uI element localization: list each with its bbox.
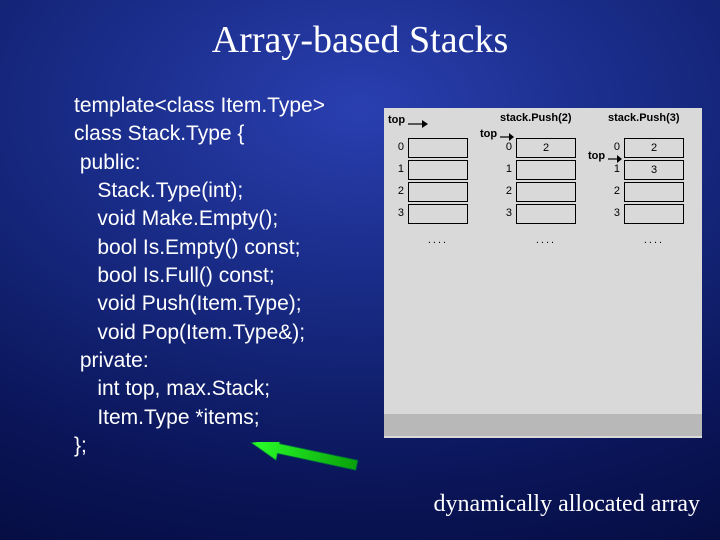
stack-cell: 3 [624, 160, 684, 180]
stack-cell [516, 182, 576, 202]
code-line: template<class Item.Type> [74, 94, 325, 117]
diagram-caption: dynamically allocated array [433, 491, 700, 518]
stack-cell: 2 [624, 138, 684, 158]
cell-index: 1 [392, 163, 404, 175]
code-line: Item.Type *items; [74, 406, 260, 429]
top-arrow-icon [500, 132, 514, 144]
cell-index: 3 [608, 207, 620, 219]
ellipsis: .... [624, 234, 684, 246]
stack-diagram: top 0 1 2 3 .... stack.Push(2) top 02 1 … [384, 108, 702, 438]
diagram-bottom-strip [384, 414, 702, 436]
top-label: top [588, 150, 605, 162]
code-line: int top, max.Stack; [74, 377, 270, 400]
code-line: class Stack.Type { [74, 122, 244, 145]
green-arrow-icon [250, 442, 360, 482]
stack-cell: 2 [516, 138, 576, 158]
code-line: bool Is.Empty() const; [74, 236, 300, 259]
code-line: public: [74, 151, 141, 174]
code-line: void Push(Item.Type); [74, 292, 302, 315]
ellipsis: .... [516, 234, 576, 246]
cell-index: 2 [608, 185, 620, 197]
cell-index: 0 [608, 141, 620, 153]
slide: Array-based Stacks template<class Item.T… [0, 0, 720, 540]
state-label: stack.Push(2) [500, 112, 572, 124]
top-label: top [480, 128, 497, 140]
ellipsis: .... [408, 234, 468, 246]
top-arrow-icon [608, 154, 622, 166]
cell-index: 3 [392, 207, 404, 219]
code-line: }; [74, 434, 87, 457]
stack-cell [408, 182, 468, 202]
stack-state-push2: stack.Push(2) top 02 1 2 3 .... [500, 136, 598, 246]
code-line: bool Is.Full() const; [74, 264, 275, 287]
stack-cell [516, 204, 576, 224]
cell-index: 0 [392, 141, 404, 153]
code-line: private: [74, 349, 149, 372]
stack-cell [408, 138, 468, 158]
code-line: void Make.Empty(); [74, 207, 278, 230]
cell-index: 2 [392, 185, 404, 197]
top-arrow-icon [408, 118, 428, 134]
cell-index: 3 [500, 207, 512, 219]
stack-state-empty: top 0 1 2 3 .... [392, 136, 490, 246]
code-line: Stack.Type(int); [74, 179, 243, 202]
stack-cell [624, 182, 684, 202]
state-label: stack.Push(3) [608, 112, 680, 124]
stack-cell [408, 204, 468, 224]
cell-index: 1 [500, 163, 512, 175]
stack-cell [408, 160, 468, 180]
stack-state-push3: stack.Push(3) top 02 13 2 3 .... [608, 136, 706, 246]
slide-title: Array-based Stacks [0, 18, 720, 62]
code-block: template<class Item.Type> class Stack.Ty… [74, 92, 325, 460]
cell-index: 2 [500, 185, 512, 197]
stack-cell [624, 204, 684, 224]
code-line: void Pop(Item.Type&); [74, 321, 305, 344]
top-label: top [388, 114, 405, 126]
stack-cell [516, 160, 576, 180]
